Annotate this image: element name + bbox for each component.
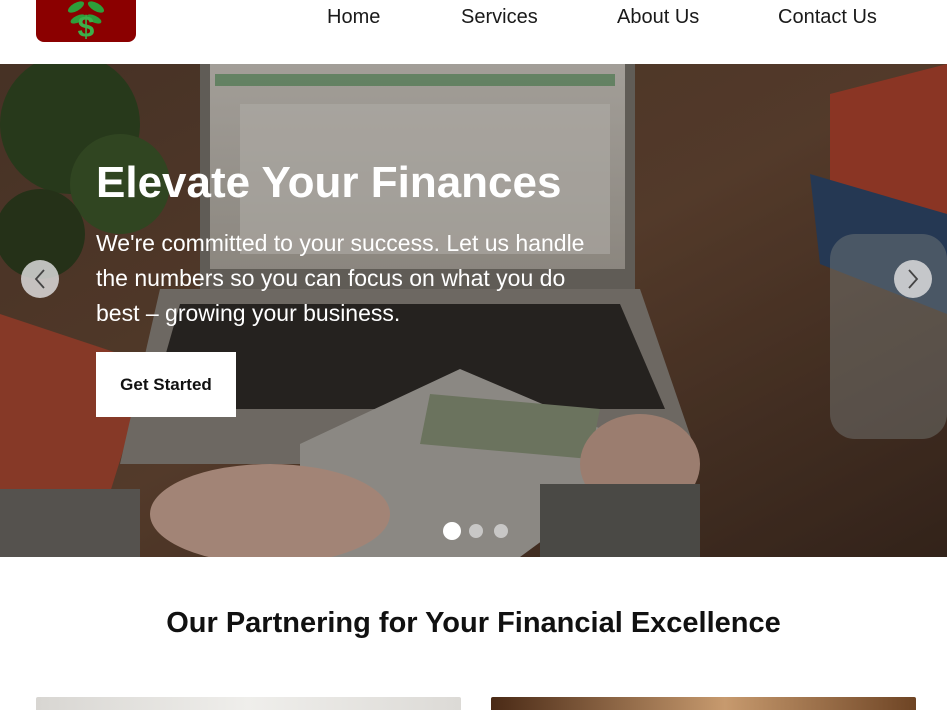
hero-carousel: Elevate Your Finances We're committed to… xyxy=(0,64,947,557)
site-logo[interactable]: $ xyxy=(36,0,136,42)
carousel-dot-1[interactable] xyxy=(443,522,461,540)
hero-title: Elevate Your Finances xyxy=(96,158,562,207)
service-card-image[interactable] xyxy=(36,697,461,710)
carousel-dot-2[interactable] xyxy=(469,524,483,538)
section-title: Our Partnering for Your Financial Excell… xyxy=(166,607,781,639)
nav-about-us[interactable]: About Us xyxy=(617,6,699,29)
carousel-next-button[interactable] xyxy=(894,260,932,298)
chevron-left-icon xyxy=(34,269,45,289)
hero-subtitle: We're committed to your success. Let us … xyxy=(96,230,585,326)
service-card-image[interactable] xyxy=(491,697,916,710)
carousel-indicators xyxy=(441,522,511,540)
carousel-dot-3[interactable] xyxy=(494,524,508,538)
svg-text:$: $ xyxy=(78,11,95,42)
nav-contact-us[interactable]: Contact Us xyxy=(778,6,877,29)
dollar-plant-icon: $ xyxy=(67,1,105,42)
get-started-button[interactable]: Get Started xyxy=(96,352,236,417)
chevron-right-icon xyxy=(908,269,919,289)
carousel-prev-button[interactable] xyxy=(21,260,59,298)
nav-services[interactable]: Services xyxy=(461,6,538,29)
nav-home[interactable]: Home xyxy=(327,6,380,29)
site-header: $ Home Services About Us Contact Us xyxy=(0,0,947,64)
